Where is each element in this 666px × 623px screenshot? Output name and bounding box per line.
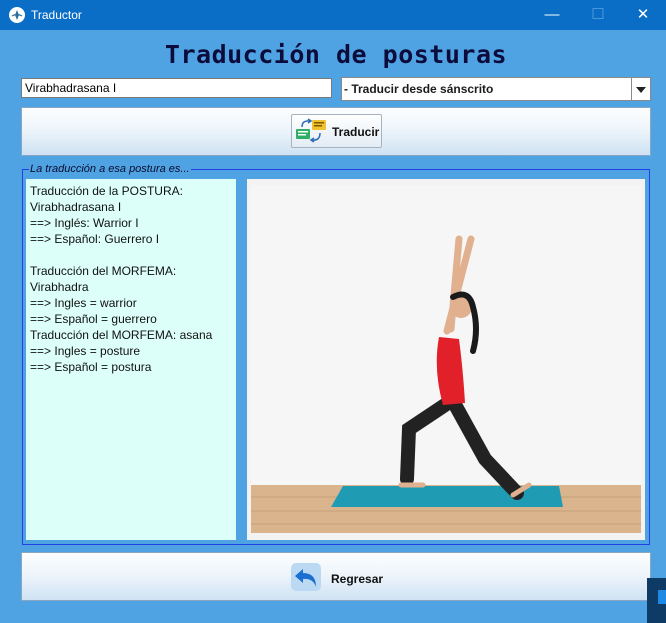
- title-bar: Traductor — ☐ ✕: [0, 0, 666, 30]
- back-bar: Regresar: [21, 552, 651, 601]
- translate-button-label: Traducir: [332, 125, 380, 139]
- translate-bar: Traducir: [21, 107, 651, 156]
- app-logo-icon: [9, 7, 25, 23]
- result-line: Traducción del MORFEMA:: [30, 264, 177, 278]
- back-button-label: Regresar: [331, 572, 384, 586]
- maximize-button[interactable]: ☐: [575, 0, 621, 30]
- translate-button[interactable]: Traducir: [291, 114, 382, 148]
- select-value: - Traducir desde sánscrito: [344, 82, 494, 96]
- result-line: Traducción de la POSTURA:: [30, 184, 183, 198]
- result-line: ==> Español = postura: [30, 360, 152, 374]
- result-text-area[interactable]: Traducción de la POSTURA: Virabhadrasana…: [26, 179, 236, 540]
- result-line: ==> Ingles = posture: [30, 344, 141, 358]
- result-line: ==> Inglés: Warrior I: [30, 216, 139, 230]
- panel-divider[interactable]: [236, 179, 246, 540]
- close-button[interactable]: ✕: [620, 0, 666, 30]
- minimize-button[interactable]: —: [529, 0, 575, 30]
- result-line: ==> Español: Guerrero I: [30, 232, 160, 246]
- result-line: ==> Ingles = warrior: [30, 296, 137, 310]
- result-group: La traducción a esa postura es... Traduc…: [22, 163, 650, 545]
- window-title: Traductor: [31, 8, 82, 22]
- chevron-down-icon[interactable]: [631, 78, 650, 100]
- pose-image: [247, 179, 645, 540]
- page-title: Traducción de posturas: [164, 40, 508, 69]
- result-line: Virabhadra: [30, 280, 89, 294]
- result-group-legend: La traducción a esa postura es...: [29, 163, 191, 175]
- back-button[interactable]: Regresar: [287, 560, 389, 594]
- pose-name-input[interactable]: [21, 78, 332, 98]
- undo-arrow-icon: [291, 563, 321, 591]
- translation-mode-select[interactable]: - Traducir desde sánscrito: [341, 77, 651, 101]
- result-line: ==> Español = guerrero: [30, 312, 157, 326]
- translate-icon: [294, 117, 328, 148]
- background-window-edge: [647, 578, 666, 623]
- result-line: Traducción del MORFEMA: asana: [30, 328, 213, 342]
- result-line: Virabhadrasana I: [30, 200, 122, 214]
